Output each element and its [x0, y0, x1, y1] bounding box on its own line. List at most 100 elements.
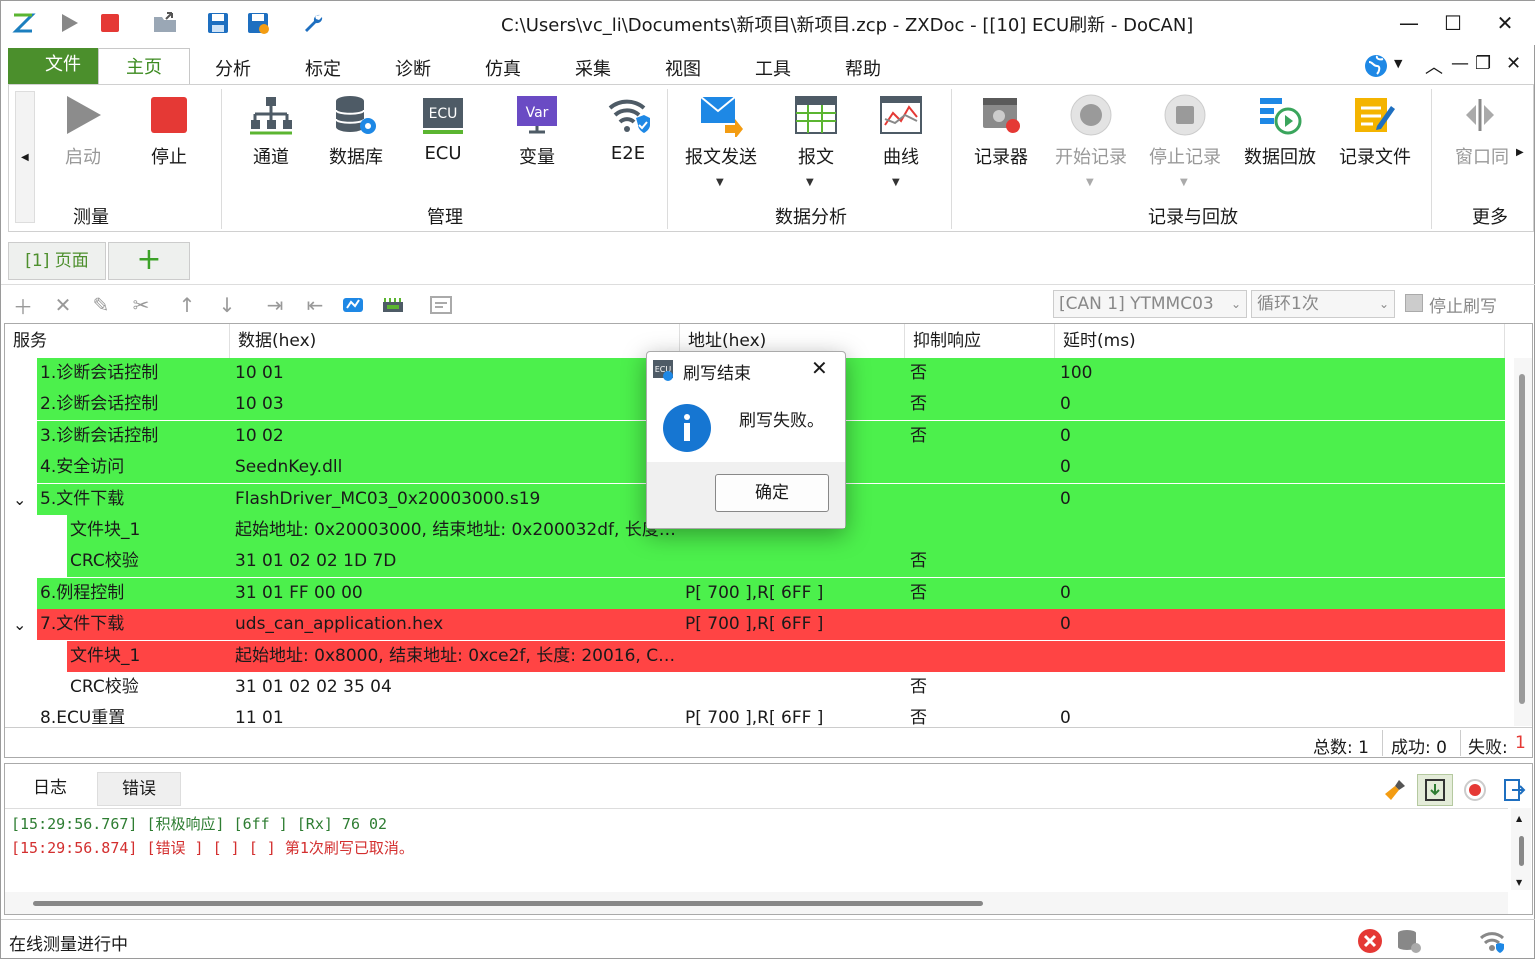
- group-analysis-label: 数据分析: [775, 207, 847, 228]
- collapse-ribbon-icon[interactable]: ︿: [1425, 53, 1443, 79]
- column-header-suppress[interactable]: 抑制响应: [905, 324, 1055, 358]
- record-log-icon[interactable]: [1463, 778, 1487, 807]
- export-log-icon[interactable]: [1502, 778, 1526, 807]
- expand-chevron-icon[interactable]: ⌄: [13, 484, 33, 515]
- table-row[interactable]: CRC校验 31 01 02 02 35 04 否: [5, 672, 1505, 703]
- ecu-config-icon[interactable]: [341, 293, 365, 317]
- channel-select[interactable]: [CAN 1] YTMMC03 ⌄: [1053, 290, 1247, 318]
- message-dropdown-icon[interactable]: ▼: [806, 177, 814, 188]
- hardware-icon[interactable]: [381, 293, 405, 317]
- chevron-down-icon: ⌄: [1230, 297, 1241, 311]
- tab-analysis[interactable]: 分析: [215, 55, 251, 81]
- error-status-icon[interactable]: [1357, 928, 1383, 959]
- add-icon[interactable]: ＋: [11, 293, 35, 319]
- log-panel: 日志 错误 [15:29:56.767] [积极响应] [6ff ] [Rx] …: [4, 763, 1533, 915]
- column-header-data[interactable]: 数据(hex): [230, 324, 680, 358]
- ecu-button[interactable]: ECU ECU: [421, 93, 465, 164]
- table-row[interactable]: 8.ECU重置 11 01 P[ 700 ],R[ 6FF ] 否 0: [5, 703, 1505, 726]
- network-status-icon[interactable]: [1479, 928, 1505, 959]
- stop-recording-button[interactable]: 停止记录: [1149, 93, 1221, 169]
- table-row[interactable]: 6.例程控制 31 01 FF 00 00 P[ 700 ],R[ 6FF ] 否 0: [5, 577, 1505, 609]
- wrench-icon[interactable]: [299, 9, 327, 37]
- database-status-icon[interactable]: [1396, 928, 1422, 959]
- table-row[interactable]: ⌄ 7.文件下载 uds_can_application.hex P[ 700 ],R…: [5, 609, 1505, 641]
- tab-diagnostics[interactable]: 诊断: [395, 55, 431, 81]
- tab-calibration[interactable]: 标定: [305, 55, 341, 81]
- export-icon[interactable]: ⇤: [303, 293, 327, 317]
- minimize-doc-button[interactable]: —: [1451, 53, 1469, 74]
- tab-tools[interactable]: 工具: [755, 55, 791, 81]
- message-send-dropdown-icon[interactable]: ▼: [716, 177, 724, 188]
- delete-icon[interactable]: ✕: [51, 293, 75, 317]
- ribbon-scroll-left[interactable]: ◀: [15, 91, 35, 223]
- log-horizontal-scrollbar[interactable]: [5, 892, 1508, 914]
- message-button[interactable]: 报文: [794, 93, 838, 169]
- move-down-icon[interactable]: ↓: [215, 293, 239, 317]
- start-button[interactable]: 启动: [61, 93, 105, 169]
- clear-log-icon[interactable]: [1383, 778, 1407, 807]
- open-folder-icon[interactable]: [151, 9, 179, 37]
- tab-help[interactable]: 帮助: [845, 55, 881, 81]
- loop-select[interactable]: 循环1次 ⌄: [1251, 290, 1395, 318]
- log-line: [15:29:56.874] [错误 ] [ ] [ ] 第1次刷写已取消。: [11, 837, 414, 858]
- group-manage-label: 管理: [427, 207, 463, 228]
- start-recording-dropdown-icon[interactable]: ▼: [1086, 177, 1094, 188]
- tab-home[interactable]: 主页: [98, 48, 190, 86]
- stop-flash-checkbox[interactable]: [1405, 294, 1423, 312]
- close-doc-button[interactable]: ✕: [1506, 53, 1521, 74]
- data-replay-button[interactable]: 数据回放: [1244, 93, 1316, 169]
- tab-view[interactable]: 视图: [665, 55, 701, 81]
- ok-button[interactable]: 确定: [715, 474, 829, 512]
- stop-button[interactable]: 停止: [147, 93, 191, 169]
- channel-label: 通道: [253, 147, 289, 168]
- column-header-delay[interactable]: 延时(ms): [1055, 324, 1505, 358]
- cell-address: P[ 700 ],R[ 6FF ]: [685, 708, 824, 726]
- settings-panel-icon[interactable]: [429, 293, 453, 317]
- tab-page-1[interactable]: [1] 页面: [8, 242, 106, 280]
- dialog-close-button[interactable]: ✕: [811, 356, 828, 380]
- table-grid-icon: [794, 93, 838, 137]
- edit-icon[interactable]: ✎: [89, 293, 113, 317]
- maximize-button[interactable]: ☐: [1435, 9, 1471, 37]
- auto-scroll-toggle[interactable]: [1417, 774, 1453, 806]
- log-vertical-scrollbar[interactable]: ▲ ▼: [1511, 808, 1531, 890]
- channel-button[interactable]: 通道: [249, 93, 293, 169]
- group-measure-label: 测量: [73, 207, 109, 228]
- add-tab-button[interactable]: +: [108, 242, 190, 280]
- column-header-service[interactable]: 服务: [5, 324, 230, 358]
- recorder-button[interactable]: 记录器: [974, 93, 1028, 169]
- message-send-button[interactable]: 报文发送: [685, 93, 757, 169]
- table-scrollbar[interactable]: [1514, 358, 1532, 726]
- ribbon-scroll-right[interactable]: ▶: [1516, 147, 1524, 158]
- move-up-icon[interactable]: ↑: [175, 293, 199, 317]
- import-icon[interactable]: ⇥: [263, 293, 287, 317]
- expand-chevron-icon[interactable]: ⌄: [13, 609, 33, 640]
- globe-icon[interactable]: [1363, 53, 1389, 84]
- curve-dropdown-icon[interactable]: ▼: [892, 177, 900, 188]
- stop-icon[interactable]: [96, 9, 124, 37]
- table-row[interactable]: CRC校验 31 01 02 02 1D 7D 否: [5, 546, 1505, 578]
- curve-button[interactable]: 曲线: [879, 93, 923, 169]
- language-dropdown-icon[interactable]: ▼: [1394, 57, 1402, 70]
- record-file-button[interactable]: 记录文件: [1339, 93, 1411, 169]
- start-recording-button[interactable]: 开始记录: [1055, 93, 1127, 169]
- save-icon[interactable]: [204, 9, 232, 37]
- tab-acquisition[interactable]: 采集: [575, 55, 611, 81]
- tab-simulation[interactable]: 仿真: [485, 55, 521, 81]
- variable-button[interactable]: Var 变量: [515, 93, 559, 169]
- tab-error[interactable]: 错误: [97, 772, 181, 806]
- cell-service: 1.诊断会话控制: [40, 363, 159, 383]
- window-sync-button[interactable]: 窗口同: [1450, 93, 1514, 169]
- close-button[interactable]: ✕: [1487, 9, 1523, 37]
- tab-log[interactable]: 日志: [5, 772, 95, 806]
- restore-doc-button[interactable]: ❐: [1475, 53, 1491, 74]
- table-row[interactable]: 文件块_1 起始地址: 0x8000, 结束地址: 0xce2f, 长度: 200…: [5, 640, 1505, 672]
- database-button[interactable]: 数据库: [329, 93, 383, 169]
- dialog-app-icon: ECU: [651, 358, 675, 387]
- save-as-icon[interactable]: [244, 9, 272, 37]
- stop-recording-dropdown-icon[interactable]: ▼: [1180, 177, 1188, 188]
- minimize-button[interactable]: —: [1391, 9, 1427, 37]
- clear-icon[interactable]: ✂: [129, 293, 153, 317]
- run-icon[interactable]: [55, 9, 83, 37]
- e2e-button[interactable]: E2E: [606, 93, 650, 164]
